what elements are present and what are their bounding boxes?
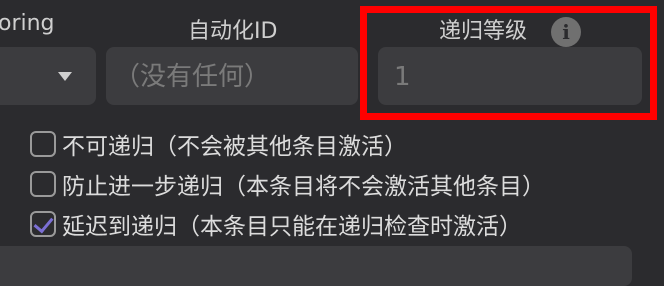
option-label: 不可递归（不会被其他条目激活） [62, 134, 407, 160]
automation-id-input[interactable]: （没有任何） [106, 47, 358, 105]
option-prevent-recursion[interactable]: 防止进一步递归（本条目将不会激活其他条目） [30, 166, 545, 202]
option-non-recursive[interactable]: 不可递归（不会被其他条目激活） [30, 126, 407, 162]
option-label: 防止进一步递归（本条目将不会激活其他条目） [62, 174, 545, 200]
automation-id-label: 自动化ID [188, 19, 278, 44]
string-field-label: oring [0, 11, 55, 36]
bottom-text-field[interactable] [0, 246, 632, 286]
checkbox[interactable] [30, 131, 56, 157]
option-label: 延迟到递归（本条目只能在递归检查时激活） [62, 214, 522, 240]
checkbox[interactable] [30, 171, 56, 197]
checkbox-checked[interactable] [30, 211, 56, 237]
option-delay-until-recursion[interactable]: 延迟到递归（本条目只能在递归检查时激活） [30, 206, 522, 242]
highlight-annotation [360, 6, 657, 120]
chevron-down-icon [58, 72, 72, 81]
string-select[interactable] [0, 47, 96, 105]
